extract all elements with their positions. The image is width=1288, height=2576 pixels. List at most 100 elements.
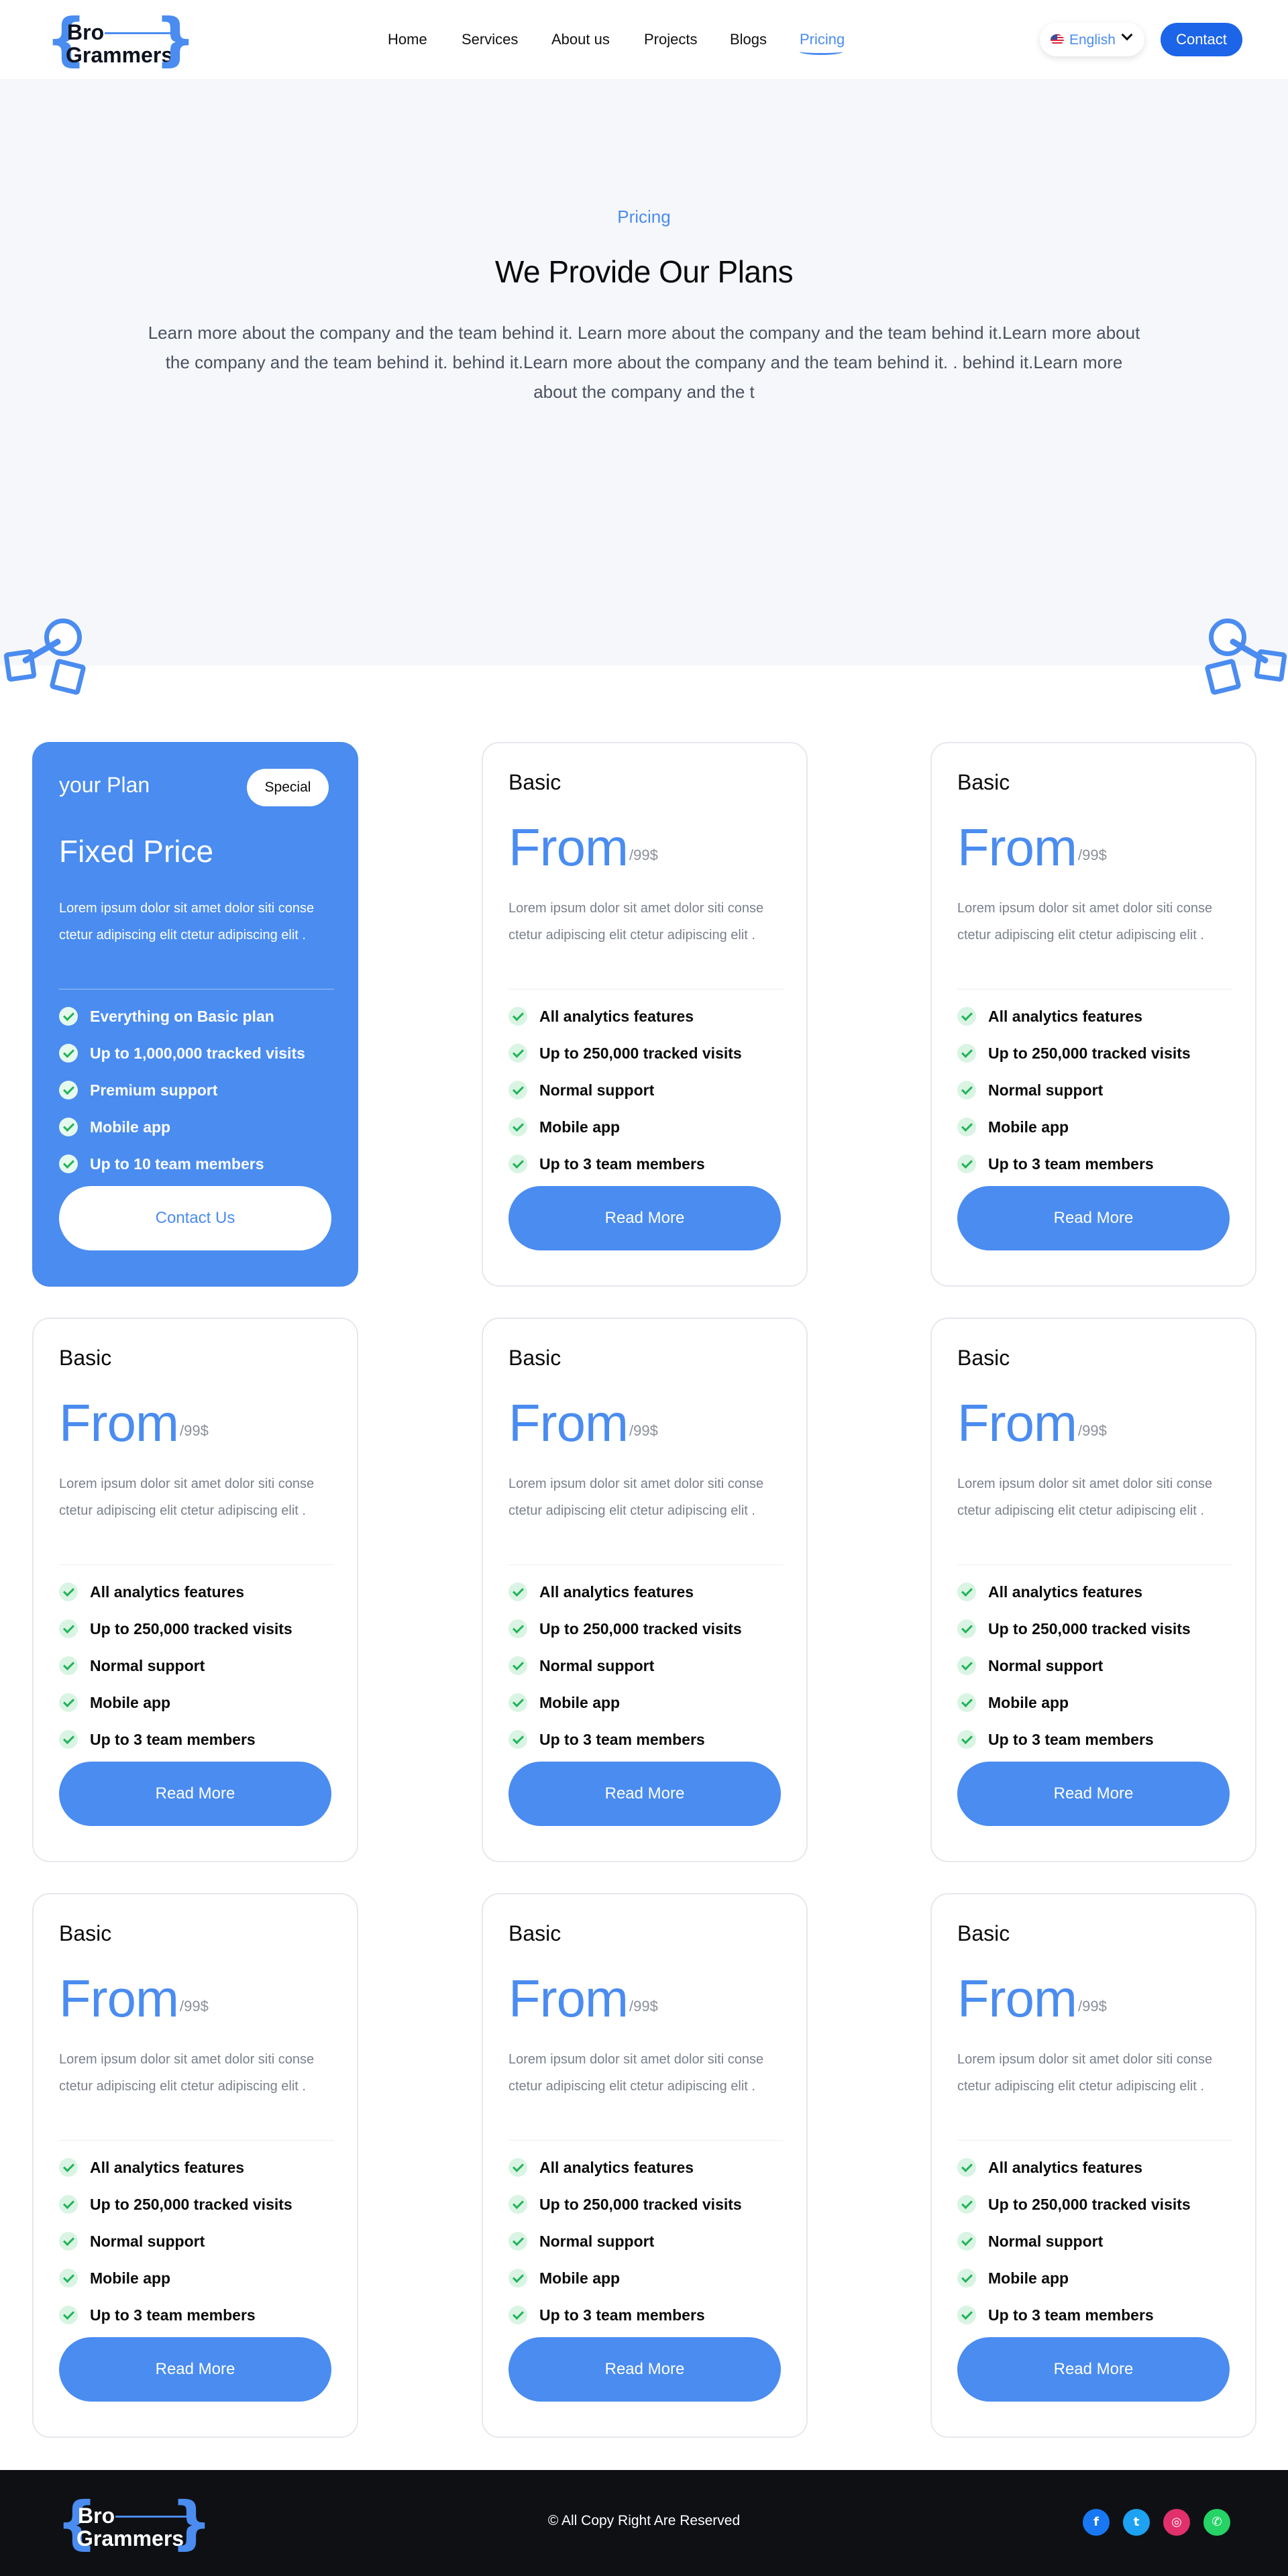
footer: { Bro Grammers } © All Copy Right Are Re… [0,2470,1288,2576]
feature-text: Up to 250,000 tracked visits [988,1044,1191,1062]
site-logo[interactable]: { Bro Grammers } [46,11,196,70]
plan-name: Basic [508,770,561,794]
feature-text: Up to 3 team members [90,1731,256,1748]
hero-section: Pricing We Provide Our Plans Learn more … [0,79,1288,665]
check-icon [59,1619,78,1638]
plan-price: From [59,1393,179,1452]
feature-item: Normal support [59,1654,341,1691]
check-icon [59,1582,78,1601]
feature-item: All analytics features [508,2156,790,2193]
check-icon [957,1730,976,1749]
feature-item: Normal support [957,1079,1239,1116]
read-more-button[interactable]: Read More [508,1186,781,1250]
check-icon [59,2306,78,2324]
feature-text: Up to 3 team members [539,2306,705,2324]
nav-link-projects[interactable]: Projects [644,31,697,48]
plan-description: Lorem ipsum dolor sit amet dolor siti co… [59,901,315,943]
logo-line2: Grammers [76,2526,184,2551]
plan-description: Lorem ipsum dolor sit amet dolor siti co… [957,2052,1213,2094]
feature-list: All analytics features Up to 250,000 trac… [59,1580,341,1765]
feature-text: Up to 3 team members [988,1731,1154,1748]
read-more-button[interactable]: Read More [957,1186,1230,1250]
pricing-card-featured: your Plan Special Fixed Price Lorem ipsu… [32,742,358,1287]
feature-text: Up to 250,000 tracked visits [90,1620,292,1638]
check-icon [508,1044,527,1063]
plan-price: From [508,1969,629,2028]
feature-item: Premium support [59,1079,341,1116]
feature-text: Up to 250,000 tracked visits [90,2196,292,2213]
contact-us-button[interactable]: Contact Us [59,1186,331,1250]
feature-text: Mobile app [539,2269,621,2287]
plan-price-suffix: /99$ [1078,1422,1107,1439]
read-more-button[interactable]: Read More [508,1762,781,1826]
feature-text: Premium support [90,1081,218,1099]
feature-item: Up to 250,000 tracked visits [957,2193,1239,2230]
plan-description: Lorem ipsum dolor sit amet dolor siti co… [957,1477,1213,1518]
logo-brace-right: } [154,6,196,73]
read-more-button[interactable]: Read More [508,2337,781,2402]
check-icon [508,1693,527,1712]
check-icon [508,1081,527,1099]
feature-item: Up to 3 team members [508,1728,790,1765]
feature-item: Mobile app [59,1116,341,1152]
feature-text: Normal support [90,1657,205,1674]
feature-item: Normal support [508,1654,790,1691]
read-more-button[interactable]: Read More [59,1762,331,1826]
feature-item: Normal support [508,1079,790,1116]
plan-name: Basic [957,770,1010,794]
feature-text: All analytics features [90,2159,245,2176]
check-icon [508,1007,527,1026]
feature-item: Mobile app [957,2267,1239,2304]
check-icon [59,1044,78,1063]
page-title: We Provide Our Plans [494,254,794,289]
read-more-button[interactable]: Read More [957,2337,1230,2402]
feature-list: All analytics features Up to 250,000 trac… [508,1580,790,1765]
facebook-icon[interactable]: f [1083,2509,1110,2536]
check-icon [508,1582,527,1601]
feature-text: Up to 1,000,000 tracked visits [90,1044,305,1062]
check-icon [59,1155,78,1173]
check-icon [957,1656,976,1675]
nav-link-blogs[interactable]: Blogs [730,31,767,48]
plan-description: Lorem ipsum dolor sit amet dolor siti co… [508,1477,764,1518]
feature-item: Up to 3 team members [59,2304,341,2341]
read-more-button[interactable]: Read More [59,2337,331,2402]
check-icon [508,1619,527,1638]
nav-link-pricing[interactable]: Pricing [800,31,845,48]
nav-link-services[interactable]: Services [462,31,518,48]
feature-item: Up to 250,000 tracked visits [59,1617,341,1654]
section-tag: Pricing [617,207,671,227]
feature-list: Everything on Basic plan Up to 1,000,000… [59,1005,341,1189]
plan-price-suffix: /99$ [180,1422,209,1439]
feature-item: Up to 3 team members [957,2304,1239,2341]
feature-item: Mobile app [508,2267,790,2304]
feature-text: Up to 250,000 tracked visits [539,1044,742,1062]
read-more-button[interactable]: Read More [957,1762,1230,1826]
plan-price: From [957,1969,1077,2028]
nav-link-about[interactable]: About us [551,31,610,48]
twitter-icon[interactable]: t [1123,2509,1150,2536]
instagram-icon[interactable]: ◎ [1163,2509,1190,2536]
feature-text: All analytics features [988,2159,1143,2176]
feature-text: Up to 3 team members [90,2306,256,2324]
nav-link-home[interactable]: Home [388,31,427,48]
feature-item: Up to 250,000 tracked visits [59,2193,341,2230]
contact-button[interactable]: Contact [1161,23,1242,56]
check-icon [508,1118,527,1136]
feature-text: Up to 250,000 tracked visits [539,2196,742,2213]
feature-item: Up to 3 team members [59,1728,341,1765]
check-icon [957,2269,976,2288]
feature-text: Normal support [988,2233,1104,2250]
feature-item: Mobile app [957,1691,1239,1728]
check-icon [59,1118,78,1136]
feature-item: All analytics features [508,1580,790,1617]
plan-price-suffix: /99$ [1078,847,1107,863]
feature-text: Normal support [90,2233,205,2250]
feature-item: Mobile app [508,1116,790,1152]
feature-text: Everything on Basic plan [90,1008,274,1025]
whatsapp-icon[interactable]: ✆ [1203,2509,1230,2536]
check-icon [508,2269,527,2288]
language-selector[interactable]: English [1040,23,1144,56]
feature-item: All analytics features [59,1580,341,1617]
plan-description: Lorem ipsum dolor sit amet dolor siti co… [508,2052,764,2094]
